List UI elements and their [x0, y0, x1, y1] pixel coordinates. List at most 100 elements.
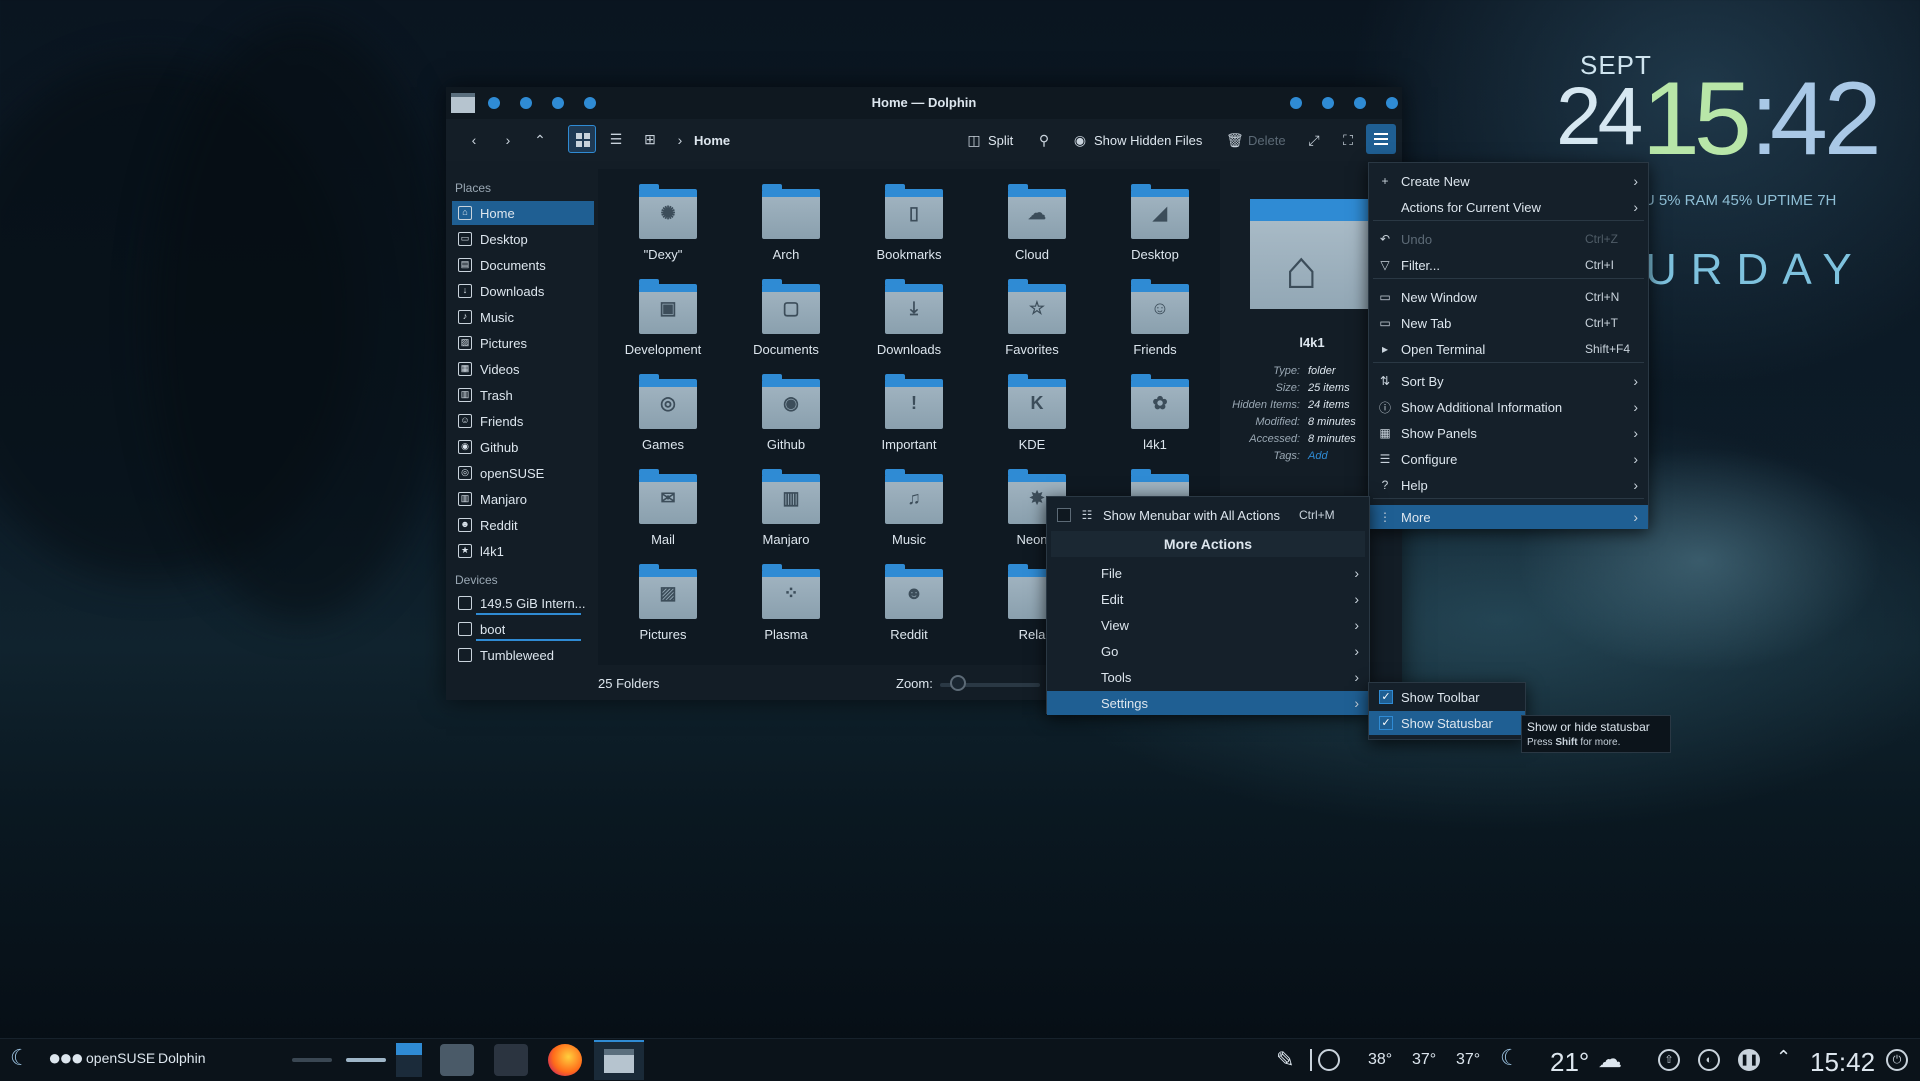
folder-item[interactable]: ◉ Github — [731, 371, 841, 463]
menu-item-open-terminal[interactable]: ▸ Open Terminal Shift+F4 — [1369, 337, 1648, 361]
sidebar-item-reddit[interactable]: ☻ Reddit — [452, 513, 594, 537]
cloud-icon[interactable]: ☁ — [1598, 1045, 1622, 1074]
help-window-button[interactable] — [1290, 97, 1302, 109]
menu-item-configure[interactable]: ☰ Configure › — [1369, 447, 1648, 471]
zoom-slider-handle[interactable] — [950, 675, 966, 691]
folder-item[interactable]: ▢ Documents — [731, 276, 841, 368]
menu-item-sort-by[interactable]: ⇅ Sort By › — [1369, 369, 1648, 393]
sidebar-item-desktop[interactable]: ▭ Desktop — [452, 227, 594, 251]
folder-item[interactable]: ☻ Reddit — [854, 561, 964, 653]
breadcrumb[interactable]: › Home — [672, 129, 730, 151]
folder-item[interactable]: ◢ Desktop — [1100, 181, 1210, 273]
icons-view-button[interactable] — [568, 125, 596, 153]
menu-item-new-tab[interactable]: ▭ New Tab Ctrl+T — [1369, 311, 1648, 335]
menu-item-show-panels[interactable]: ▦ Show Panels › — [1369, 421, 1648, 445]
folder-item[interactable]: ▣ Development — [608, 276, 718, 368]
more-item-file[interactable]: File › — [1047, 561, 1369, 585]
sidebar-item-home[interactable]: ⌂ Home — [452, 201, 594, 225]
night-color-icon[interactable]: ◐ — [1698, 1049, 1720, 1071]
global-menu-app-label[interactable]: openSUSE — [86, 1050, 155, 1066]
pen-icon[interactable]: ✎ — [1276, 1047, 1294, 1073]
expand-button[interactable]: ⤢ — [1306, 129, 1322, 151]
more-item-settings[interactable]: Settings › — [1047, 691, 1369, 715]
dolphin-taskbar-button[interactable] — [594, 1040, 644, 1080]
menu-item-undo[interactable]: ↶ Undo Ctrl+Z — [1369, 227, 1648, 251]
weather-temp[interactable]: 21° — [1550, 1047, 1589, 1078]
search-button[interactable]: ⚲ — [1036, 129, 1052, 151]
sidebar-item-trash[interactable]: ▥ Trash — [452, 383, 594, 407]
global-menu-window-label[interactable]: Dolphin — [158, 1050, 205, 1066]
info-value[interactable]: Add — [1308, 450, 1328, 462]
sidebar-item-friends[interactable]: ☺ Friends — [452, 409, 594, 433]
settings-item-show-statusbar[interactable]: ✓ Show Statusbar — [1369, 711, 1525, 735]
close-window-button[interactable] — [1386, 97, 1398, 109]
system-monitor-icon[interactable] — [494, 1044, 528, 1076]
fullscreen-button[interactable]: ⛶ — [1340, 129, 1356, 151]
hamburger-menu-button[interactable] — [1366, 124, 1396, 154]
firefox-icon[interactable] — [548, 1044, 582, 1076]
menu-item-show-additional-information[interactable]: ⓘ Show Additional Information › — [1369, 395, 1648, 419]
delete-button[interactable]: 🗑 Delete — [1226, 129, 1286, 151]
virtual-desktop-3[interactable] — [396, 1043, 422, 1077]
folder-item[interactable]: ☁ Cloud — [977, 181, 1087, 273]
folder-item[interactable]: ⁘ Plasma — [731, 561, 841, 653]
folder-item[interactable]: ☺ Friends — [1100, 276, 1210, 368]
details-view-button[interactable]: ⊞ — [636, 125, 664, 153]
sidebar-item-manjaro[interactable]: ▥ Manjaro — [452, 487, 594, 511]
more-item-edit[interactable]: Edit › — [1047, 587, 1369, 611]
maximize-window-button[interactable] — [1354, 97, 1366, 109]
software-store-icon[interactable] — [440, 1044, 474, 1076]
power-icon[interactable]: ⏻ — [1886, 1049, 1908, 1071]
folder-item[interactable]: ! Important — [854, 371, 964, 463]
taskbar-clock[interactable]: 15:42 — [1810, 1047, 1875, 1078]
checkmark-icon[interactable]: ✓ — [1379, 690, 1393, 704]
show-hidden-files-button[interactable]: ◉ Show Hidden Files — [1072, 129, 1203, 151]
sidebar-item-pictures[interactable]: ▨ Pictures — [452, 331, 594, 355]
sidebar-item-videos[interactable]: ▦ Videos — [452, 357, 594, 381]
more-dots-icon[interactable]: ●●● — [48, 1045, 84, 1071]
up-button[interactable]: ⌃ — [532, 129, 548, 151]
sidebar-item-documents[interactable]: ▤ Documents — [452, 253, 594, 277]
forward-button[interactable]: › — [500, 129, 516, 151]
opensuse-tray-icon[interactable]: ☾ — [1500, 1045, 1520, 1071]
menu-item-more[interactable]: ⋮ More › — [1369, 505, 1648, 529]
folder-item[interactable]: ▨ Pictures — [608, 561, 718, 653]
virtual-desktop-2[interactable] — [346, 1058, 386, 1062]
tray-expand-chevron-icon[interactable]: ⌃ — [1776, 1047, 1791, 1068]
menu-item-filter[interactable]: ▽ Filter... Ctrl+I — [1369, 253, 1648, 277]
folder-item[interactable]: ⤓ Downloads — [854, 276, 964, 368]
media-pause-icon[interactable]: ❚❚ — [1738, 1049, 1760, 1071]
app-launcher-button[interactable]: ☾ — [10, 1045, 30, 1071]
sidebar-item-downloads[interactable]: ↓ Downloads — [452, 279, 594, 303]
split-button[interactable]: ◫ Split — [966, 129, 1013, 151]
more-item-go[interactable]: Go › — [1047, 639, 1369, 663]
device-item[interactable]: Tumbleweed — [452, 643, 594, 667]
folder-item[interactable]: Arch — [731, 181, 841, 273]
show-menubar-item[interactable]: ☷ Show Menubar with All Actions Ctrl+M — [1047, 503, 1369, 527]
compact-view-button[interactable]: ☰ — [602, 125, 630, 153]
sidebar-item-opensuse[interactable]: ◎ openSUSE — [452, 461, 594, 485]
virtual-desktop-1[interactable] — [292, 1058, 332, 1062]
settings-item-show-toolbar[interactable]: ✓ Show Toolbar — [1369, 685, 1525, 709]
sidebar-item-github[interactable]: ◉ Github — [452, 435, 594, 459]
circle-icon[interactable] — [1318, 1049, 1340, 1071]
folder-item[interactable]: ▯ Bookmarks — [854, 181, 964, 273]
more-item-view[interactable]: View › — [1047, 613, 1369, 637]
folder-item[interactable]: ▥ Manjaro — [731, 466, 841, 558]
menu-item-new-window[interactable]: ▭ New Window Ctrl+N — [1369, 285, 1648, 309]
menu-item-create-new[interactable]: + Create New › — [1369, 169, 1648, 193]
show-menubar-checkbox[interactable] — [1057, 508, 1071, 522]
updates-icon[interactable]: ⇧ — [1658, 1049, 1680, 1071]
folder-item[interactable]: ✺ "Dexy" — [608, 181, 718, 273]
breadcrumb-home[interactable]: Home — [694, 133, 730, 148]
more-item-tools[interactable]: Tools › — [1047, 665, 1369, 689]
sidebar-item-music[interactable]: ♪ Music — [452, 305, 594, 329]
device-item[interactable]: boot — [452, 617, 594, 641]
checkmark-icon[interactable]: ✓ — [1379, 716, 1393, 730]
menu-item-help[interactable]: ? Help › — [1369, 473, 1648, 497]
back-button[interactable]: ‹ — [466, 129, 482, 151]
folder-item[interactable]: ☆ Favorites — [977, 276, 1087, 368]
minimize-window-button[interactable] — [1322, 97, 1334, 109]
folder-item[interactable]: ◎ Games — [608, 371, 718, 463]
folder-item[interactable]: ✿ l4k1 — [1100, 371, 1210, 463]
